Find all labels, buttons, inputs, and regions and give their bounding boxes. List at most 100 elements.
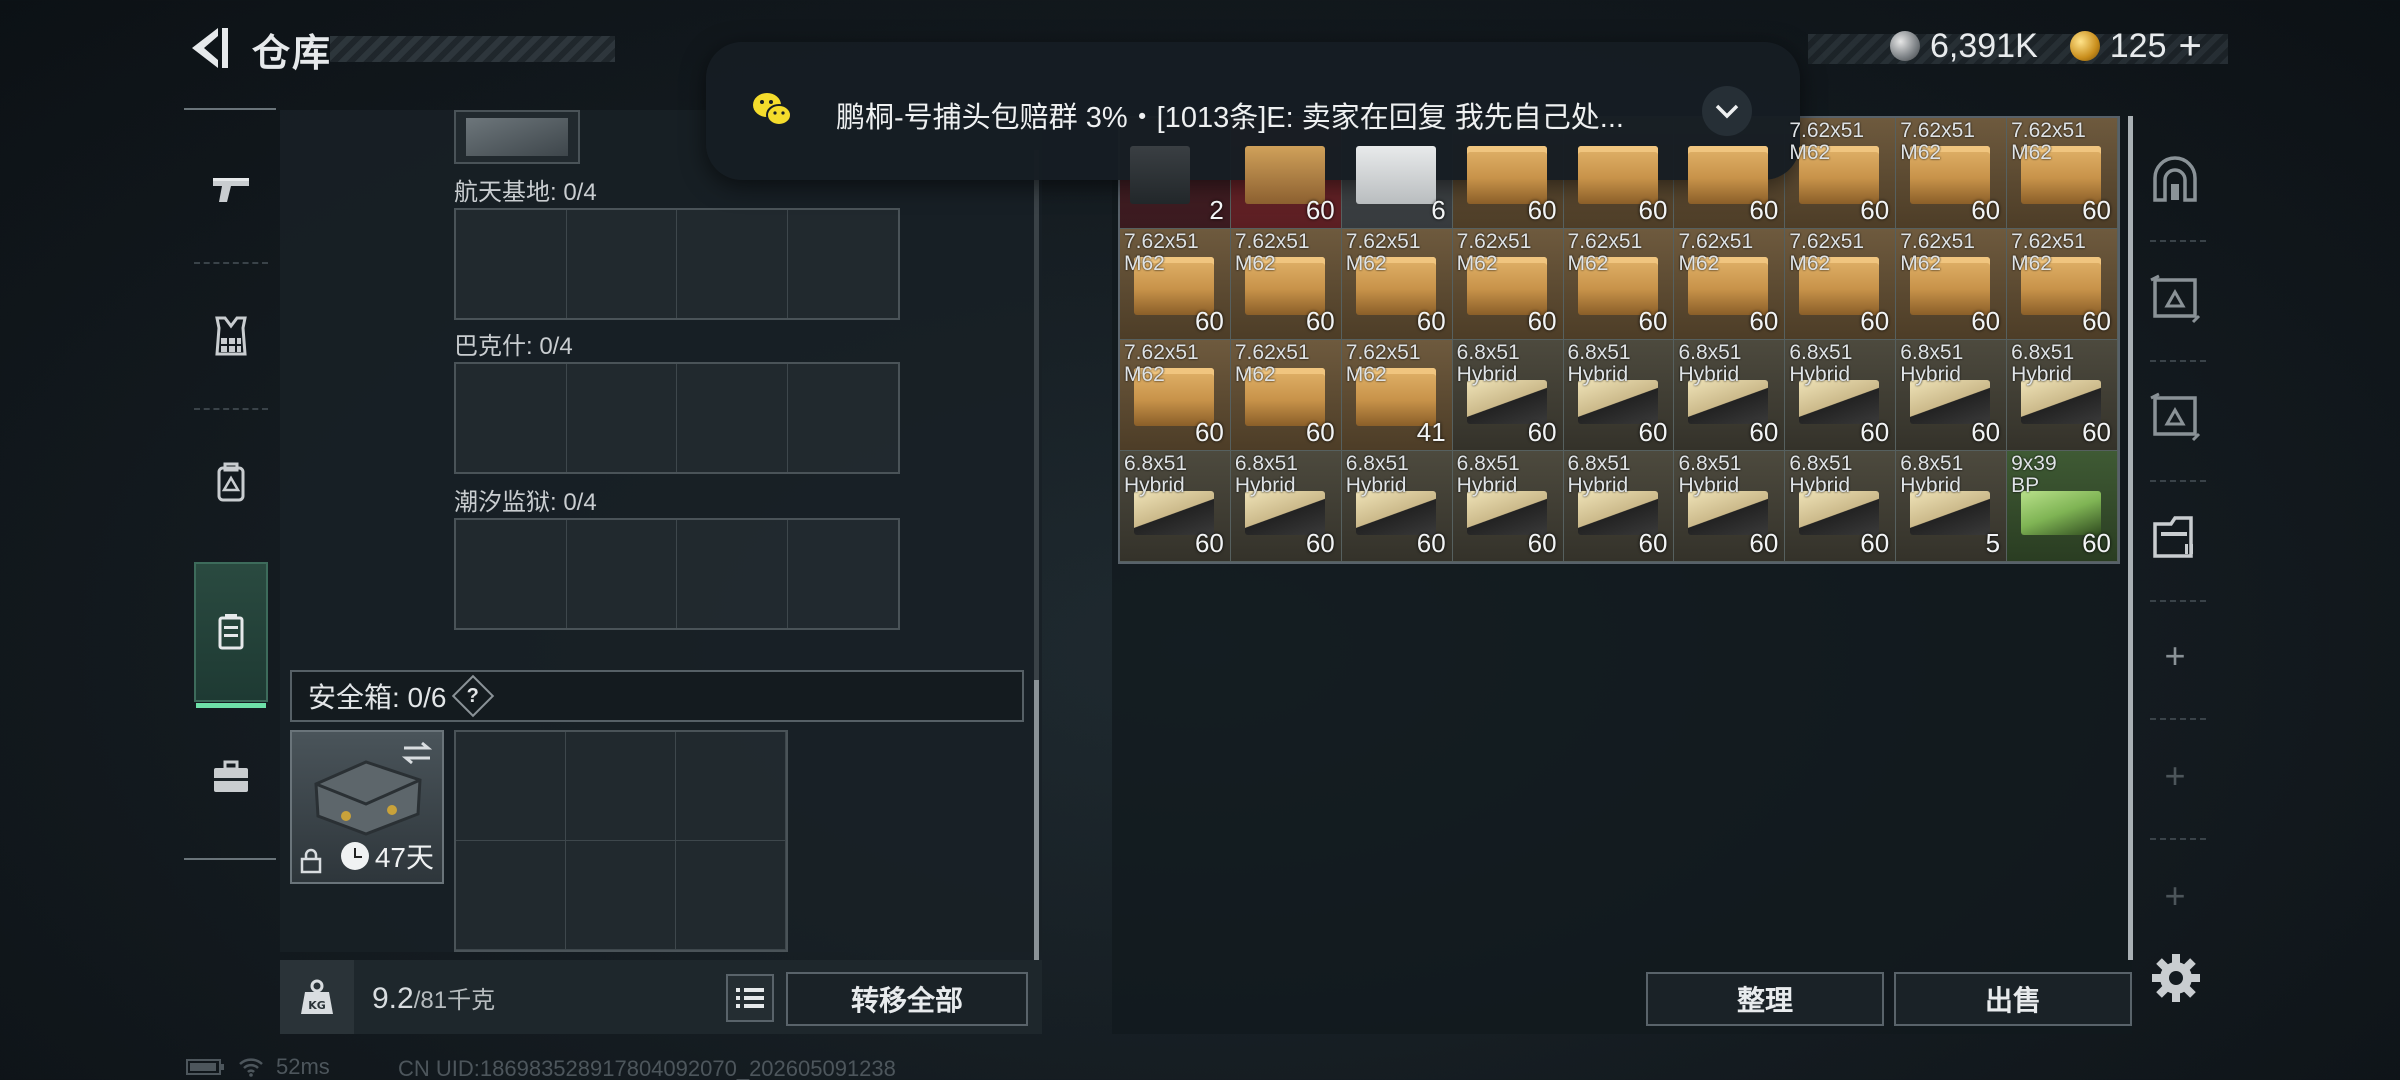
warehouse-tool-2[interactable] bbox=[2140, 366, 2210, 466]
item-quantity: 60 bbox=[1749, 195, 1779, 225]
slot-grid-aerospace[interactable] bbox=[454, 208, 900, 320]
item-variant: Hybrid bbox=[2011, 363, 2072, 386]
slot-grid-tidal-prison[interactable] bbox=[454, 518, 900, 630]
item-label: 7.62x51 M62 bbox=[1235, 342, 1335, 386]
inventory-item[interactable]: 6.8x51 Hybrid 60 bbox=[1674, 451, 1786, 562]
item-caliber: 6.8x51 bbox=[1124, 452, 1188, 475]
inventory-item[interactable]: 7.62x51 M62 60 bbox=[1341, 229, 1453, 340]
briefcase-icon bbox=[214, 760, 248, 792]
warehouse-tool-1[interactable] bbox=[2140, 248, 2210, 348]
item-caliber: 6.8x51 bbox=[1234, 452, 1298, 475]
item-variant: M62 bbox=[1124, 252, 1165, 275]
item-variant: M62 bbox=[1345, 252, 1387, 275]
item-variant: Hybrid bbox=[1567, 363, 1629, 386]
backpack-tab[interactable] bbox=[194, 412, 268, 552]
inventory-item[interactable]: 7.62x51 M62 60 bbox=[1785, 118, 1897, 229]
item-quantity: 60 bbox=[2082, 195, 2111, 225]
organize-button[interactable]: 整理 bbox=[1646, 972, 1884, 1026]
expand-notification-button[interactable] bbox=[1702, 86, 1752, 136]
inventory-item[interactable]: 7.62x51 M62 60 bbox=[1452, 229, 1564, 340]
latency-text: 52ms bbox=[276, 1054, 330, 1079]
item-variant: M62 bbox=[1678, 252, 1720, 275]
inventory-item[interactable]: 6.8x51 Hybrid 60 bbox=[1452, 451, 1564, 562]
add-warehouse-button-locked[interactable]: + bbox=[2140, 726, 2210, 826]
item-image bbox=[1130, 146, 1190, 204]
item-label: 7.62x51 M62 bbox=[2011, 231, 2111, 275]
inventory-item[interactable]: 6.8x51 Hybrid 60 bbox=[1563, 340, 1675, 451]
inventory-item[interactable]: 7.62x51 M62 60 bbox=[1120, 229, 1231, 340]
item-quantity: 60 bbox=[1971, 195, 2001, 225]
inventory-item[interactable]: 7.62x51 M62 60 bbox=[1563, 229, 1675, 340]
item-quantity: 60 bbox=[1860, 195, 1890, 225]
inventory-item[interactable]: 6.8x51 Hybrid 60 bbox=[1452, 340, 1564, 451]
item-label: 7.62x51 M62 bbox=[1124, 231, 1224, 275]
transfer-all-button[interactable]: 转移全部 bbox=[786, 972, 1028, 1026]
item-quantity: 60 bbox=[1527, 306, 1557, 336]
help-button[interactable]: ? bbox=[452, 674, 495, 718]
item-variant: M62 bbox=[1124, 363, 1165, 386]
tool-divider bbox=[2150, 360, 2206, 362]
swap-icon[interactable] bbox=[400, 740, 434, 766]
item-label: 7.62x51 M62 bbox=[1678, 231, 1778, 275]
weight-icon: KG bbox=[301, 979, 333, 1014]
inventory-item[interactable]: 7.62x51 M62 60 bbox=[1896, 229, 2008, 340]
item-label: 6.8x51 Hybrid bbox=[1568, 342, 1668, 386]
inventory-item[interactable]: 6.8x51 Hybrid 60 bbox=[1785, 451, 1897, 562]
item-label: 7.62x51 M62 bbox=[1346, 231, 1446, 275]
back-arrow-button[interactable] bbox=[182, 22, 232, 74]
item-quantity: 60 bbox=[1305, 528, 1335, 558]
container-tab[interactable] bbox=[194, 562, 268, 708]
warehouse-tool-3[interactable] bbox=[2140, 486, 2210, 586]
inventory-item[interactable]: 6.8x51 Hybrid 60 bbox=[2007, 340, 2118, 451]
item-caliber: 7.62x51 bbox=[1900, 230, 1975, 253]
inventory-item[interactable]: 6.8x51 Hybrid 60 bbox=[1341, 451, 1453, 562]
wifi-icon bbox=[239, 1058, 263, 1077]
inventory-item[interactable]: 7.62x51 M62 41 bbox=[1341, 340, 1453, 451]
silver-amount: 6,391K bbox=[1930, 26, 2038, 65]
safebox-slot-grid[interactable] bbox=[454, 730, 788, 952]
item-caliber: 7.62x51 bbox=[2011, 230, 2086, 253]
vest-tab[interactable] bbox=[194, 266, 268, 406]
inventory-scrollbar-thumb[interactable] bbox=[2128, 116, 2133, 960]
item-quantity: 60 bbox=[1860, 417, 1890, 447]
item-caliber: 7.62x51 bbox=[1789, 119, 1865, 142]
inventory-item[interactable]: 6.8x51 Hybrid 60 bbox=[1230, 451, 1342, 562]
inventory-item[interactable]: 6.8x51 Hybrid 5 bbox=[1896, 451, 2008, 562]
add-currency-button[interactable]: + bbox=[2179, 26, 2202, 66]
inventory-item[interactable]: 7.62x51 M62 60 bbox=[1230, 340, 1342, 451]
item-variant: Hybrid bbox=[1124, 474, 1185, 497]
inventory-item[interactable]: 7.62x51 M62 60 bbox=[1230, 229, 1342, 340]
shelf-icon bbox=[2150, 274, 2201, 324]
item-variant: Hybrid bbox=[1678, 363, 1740, 386]
gear-icon[interactable] bbox=[2148, 950, 2204, 1006]
inventory-item[interactable]: 6.8x51 Hybrid 60 bbox=[1896, 340, 2008, 451]
safebox-item[interactable]: 47天 bbox=[290, 730, 444, 884]
inventory-item[interactable]: 6.8x51 Hybrid 60 bbox=[1674, 340, 1786, 451]
item-card-icon bbox=[466, 118, 568, 156]
stash-tool[interactable] bbox=[2140, 130, 2210, 230]
list-view-button[interactable] bbox=[726, 974, 774, 1022]
inventory-item[interactable]: 7.62x51 M62 60 bbox=[1120, 340, 1231, 451]
inventory-item[interactable]: 7.62x51 M62 60 bbox=[1674, 229, 1786, 340]
weapons-tab[interactable] bbox=[194, 120, 268, 260]
inventory-item[interactable]: 7.62x51 M62 60 bbox=[1785, 229, 1897, 340]
item-quantity: 60 bbox=[1860, 528, 1890, 558]
sell-button[interactable]: 出售 bbox=[1894, 972, 2132, 1026]
storage-scrollbar-thumb[interactable] bbox=[1034, 680, 1039, 960]
add-warehouse-button[interactable]: + bbox=[2140, 606, 2210, 706]
inventory-item[interactable]: 6.8x51 Hybrid 60 bbox=[1120, 451, 1231, 562]
inventory-item[interactable]: 7.62x51 M62 60 bbox=[2007, 118, 2118, 229]
item-quantity: 60 bbox=[1416, 306, 1446, 336]
item-label: 6.8x51 Hybrid bbox=[1124, 453, 1224, 497]
inventory-item[interactable]: 9x39 BP 60 bbox=[2007, 451, 2118, 562]
partial-item-slot[interactable] bbox=[454, 110, 580, 164]
add-warehouse-button-locked[interactable]: + bbox=[2140, 846, 2210, 946]
chevron-down-icon bbox=[1715, 104, 1739, 119]
inventory-item[interactable]: 6.8x51 Hybrid 60 bbox=[1563, 451, 1675, 562]
item-label: 6.8x51 Hybrid bbox=[1789, 342, 1889, 386]
slot-grid-bakhsh[interactable] bbox=[454, 362, 900, 474]
inventory-item[interactable]: 7.62x51 M62 60 bbox=[2007, 229, 2118, 340]
inventory-item[interactable]: 7.62x51 M62 60 bbox=[1896, 118, 2008, 229]
inventory-item[interactable]: 6.8x51 Hybrid 60 bbox=[1785, 340, 1897, 451]
briefcase-tab[interactable] bbox=[194, 708, 268, 848]
